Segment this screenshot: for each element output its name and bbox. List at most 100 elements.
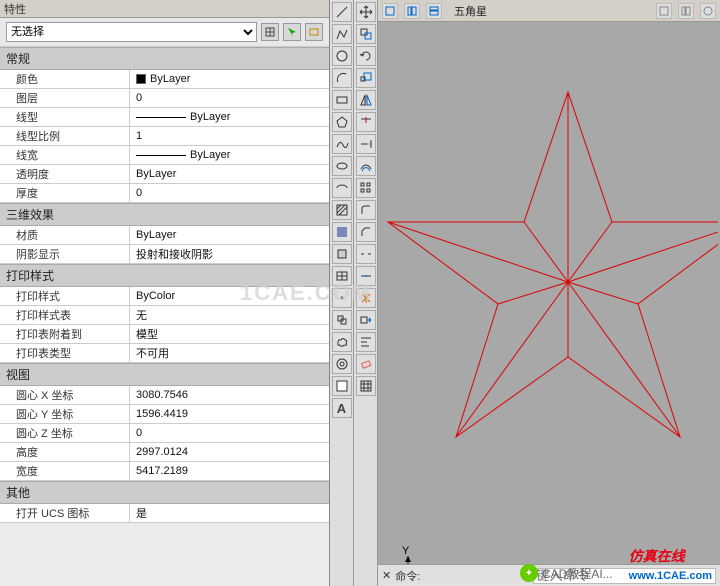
prop-value-ltscale[interactable]: 1	[130, 127, 329, 145]
prop-row: 透明度ByLayer	[0, 165, 329, 184]
block-tool-icon[interactable]	[332, 310, 352, 330]
trim-tool-icon[interactable]	[356, 112, 376, 132]
prop-value-material[interactable]: ByLayer	[130, 226, 329, 244]
offset-tool-icon[interactable]	[356, 156, 376, 176]
chamfer-tool-icon[interactable]	[356, 222, 376, 242]
cmd-prompt-icon: ✕	[382, 569, 391, 582]
prop-row: 厚度0	[0, 184, 329, 203]
prop-row: 高度2997.0124	[0, 443, 329, 462]
panel-title: 特性	[4, 1, 325, 17]
prop-value-layer[interactable]: 0	[130, 89, 329, 107]
prop-row: 打开 UCS 图标是	[0, 504, 329, 523]
array-tool-icon[interactable]	[356, 178, 376, 198]
rectangle-tool-icon[interactable]	[332, 90, 352, 110]
category-threed[interactable]: 三维效果	[0, 203, 329, 226]
prop-value-plottype[interactable]: 不可用	[130, 344, 329, 362]
lineweight-preview-icon	[136, 155, 186, 156]
mirror-tool-icon[interactable]	[356, 90, 376, 110]
viewport-config-icon[interactable]	[656, 3, 672, 19]
properties-scroll[interactable]: 常规 颜色ByLayer 图层0 线型ByLayer 线型比例1 线宽ByLay…	[0, 47, 329, 586]
prop-row: 材质ByLayer	[0, 226, 329, 245]
prop-row: 图层0	[0, 89, 329, 108]
drawing-tab[interactable]: 五角星	[448, 1, 493, 21]
pline-tool-icon[interactable]	[332, 24, 352, 44]
extend-tool-icon[interactable]	[356, 134, 376, 154]
ucs-y-label: Y	[402, 546, 410, 557]
prop-value-height[interactable]: 2997.0124	[130, 443, 329, 461]
arc-tool-icon[interactable]	[332, 68, 352, 88]
category-misc[interactable]: 其他	[0, 481, 329, 504]
prop-value-width[interactable]: 5417.2189	[130, 462, 329, 480]
panel-toolbar: 无选择	[0, 18, 329, 47]
break-tool-icon[interactable]	[356, 244, 376, 264]
watermark-wechat: ✦ CAD教程AI...	[520, 564, 613, 582]
circle-tool-icon[interactable]	[332, 46, 352, 66]
category-view[interactable]: 视图	[0, 363, 329, 386]
prop-value-plottable[interactable]: 无	[130, 306, 329, 324]
watermark-center: 1CAE.COM	[240, 280, 372, 306]
gradient-tool-icon[interactable]	[332, 222, 352, 242]
polygon-tool-icon[interactable]	[332, 112, 352, 132]
stretch-tool-icon[interactable]	[356, 310, 376, 330]
prop-row: 线宽ByLayer	[0, 146, 329, 165]
erase-tool-icon[interactable]	[356, 354, 376, 374]
grid-tool-icon[interactable]	[356, 376, 376, 396]
revcloud-tool-icon[interactable]	[332, 332, 352, 352]
color-swatch-icon	[136, 74, 146, 84]
drawing-area: 五角星	[378, 0, 720, 586]
region-tool-icon[interactable]	[332, 244, 352, 264]
prop-value-ucsicon[interactable]: 是	[130, 504, 329, 522]
watermark-site: 仿真在线 www.1CAE.com	[629, 546, 712, 582]
viewport-config-icon[interactable]	[678, 3, 694, 19]
viewport-icon[interactable]	[404, 3, 420, 19]
prop-row: 阴影显示投射和接收阴影	[0, 245, 329, 264]
panel-titlebar[interactable]: 特性	[0, 0, 329, 18]
rotate-tool-icon[interactable]	[356, 46, 376, 66]
scale-tool-icon[interactable]	[356, 68, 376, 88]
select-objects-button[interactable]	[305, 23, 323, 41]
selection-dropdown[interactable]: 无选择	[6, 22, 257, 42]
donut-tool-icon[interactable]	[332, 354, 352, 374]
prop-row: 宽度5417.2189	[0, 462, 329, 481]
spline-tool-icon[interactable]	[332, 134, 352, 154]
prop-row: 打印表类型不可用	[0, 344, 329, 363]
prop-value-centery[interactable]: 1596.4419	[130, 405, 329, 423]
wipeout-tool-icon[interactable]	[332, 376, 352, 396]
prop-value-linetype[interactable]: ByLayer	[130, 108, 329, 126]
copy-tool-icon[interactable]	[356, 24, 376, 44]
drawing-svg	[378, 22, 718, 562]
cmd-label: 命令:	[395, 568, 420, 584]
line-tool-icon[interactable]	[332, 2, 352, 22]
hatch-tool-icon[interactable]	[332, 200, 352, 220]
prop-row: 颜色ByLayer	[0, 70, 329, 89]
prop-value-centerz[interactable]: 0	[130, 424, 329, 442]
prop-value-lineweight[interactable]: ByLayer	[130, 146, 329, 164]
prop-row: 圆心 Z 坐标0	[0, 424, 329, 443]
prop-row: 打印表附着到模型	[0, 325, 329, 344]
prop-value-centerx[interactable]: 3080.7546	[130, 386, 329, 404]
prop-row: 打印样式表无	[0, 306, 329, 325]
drawing-tabs-bar: 五角星	[378, 0, 720, 22]
ellipse-tool-icon[interactable]	[332, 156, 352, 176]
align-tool-icon[interactable]	[356, 332, 376, 352]
prop-row: 圆心 X 坐标3080.7546	[0, 386, 329, 405]
category-general[interactable]: 常规	[0, 47, 329, 70]
prop-row: 线型ByLayer	[0, 108, 329, 127]
viewport-icon[interactable]	[426, 3, 442, 19]
prop-value-thickness[interactable]: 0	[130, 184, 329, 202]
drawing-canvas[interactable]: X Y ✕ 命令: ▸	[378, 22, 720, 586]
quick-select-button[interactable]	[283, 23, 301, 41]
move-tool-icon[interactable]	[356, 2, 376, 22]
toggle-pim-button[interactable]	[261, 23, 279, 41]
mtext-tool-icon[interactable]: A	[332, 398, 352, 418]
ellipse-arc-tool-icon[interactable]	[332, 178, 352, 198]
viewport-config-icon[interactable]	[700, 3, 716, 19]
prop-value-color[interactable]: ByLayer	[130, 70, 329, 88]
prop-value-plotattach[interactable]: 模型	[130, 325, 329, 343]
fillet-tool-icon[interactable]	[356, 200, 376, 220]
prop-value-transparency[interactable]: ByLayer	[130, 165, 329, 183]
viewport-icon[interactable]	[382, 3, 398, 19]
prop-row: 线型比例1	[0, 127, 329, 146]
prop-value-shadow[interactable]: 投射和接收阴影	[130, 245, 329, 263]
linetype-preview-icon	[136, 117, 186, 118]
